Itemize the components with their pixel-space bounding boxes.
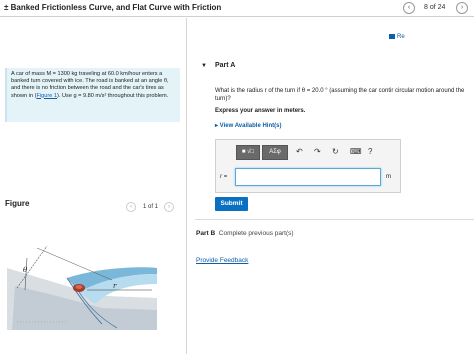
review-icon	[389, 34, 395, 39]
redo-icon[interactable]: ↷	[314, 147, 321, 156]
answer-variable-label: r =	[220, 174, 228, 180]
figure-next-button[interactable]: ›	[164, 202, 174, 212]
panel-divider	[186, 18, 187, 354]
problem-header: ± Banked Frictionless Curve, and Flat Cu…	[0, 0, 474, 17]
part-b-status: Complete previous part(s)	[218, 230, 294, 237]
symbols-button[interactable]: ΑΣφ	[262, 145, 288, 160]
math-toolbar: ■ √□ ΑΣφ ↶ ↷ ↻ ⌨ ?	[236, 145, 384, 160]
intro-text-end: ). Use g = 9.80 m/s² throughout this pro…	[57, 92, 169, 99]
radius-answer-input[interactable]	[235, 168, 381, 186]
answer-unit-label: m	[386, 174, 391, 180]
figure-link[interactable]: Figure 1	[37, 93, 58, 99]
part-a-collapse-icon[interactable]: ▼	[201, 63, 207, 69]
problem-intro: A car of mass M = 1300 kg traveling at 6…	[5, 68, 180, 122]
provide-feedback-link[interactable]: Provide Feedback	[196, 257, 248, 264]
figure-heading: Figure	[5, 199, 30, 208]
submit-button[interactable]: Submit	[215, 197, 248, 211]
theta-label: θ	[23, 266, 28, 274]
undo-icon[interactable]: ↶	[296, 147, 303, 156]
part-b-row: Part B Complete previous part(s)	[196, 230, 294, 237]
templates-button[interactable]: ■ √□	[236, 145, 260, 160]
banked-curve-figure: θ r	[7, 245, 157, 330]
figure-prev-button[interactable]: ‹	[126, 202, 136, 212]
next-problem-button[interactable]: ›	[456, 2, 468, 14]
figure-count: 1 of 1	[143, 204, 159, 210]
part-b-title: Part B	[196, 230, 216, 237]
part-a-question: What is the radius r of the turn if θ = …	[215, 88, 465, 102]
part-a-title: Part A	[215, 62, 236, 69]
previous-problem-button[interactable]: ‹	[403, 2, 415, 14]
review-label: Re	[397, 34, 405, 41]
problem-page-count: 8 of 24	[424, 4, 446, 11]
review-link[interactable]: Re	[389, 34, 405, 40]
help-icon[interactable]: ?	[368, 147, 372, 156]
part-a-instructions: Express your answer in meters.	[215, 108, 306, 114]
problem-title: ± Banked Frictionless Curve, and Flat Cu…	[4, 3, 222, 12]
keyboard-icon[interactable]: ⌨	[350, 147, 362, 156]
part-divider	[195, 219, 474, 220]
view-hints-link[interactable]: ▸ View Available Hint(s)	[215, 122, 281, 129]
reset-icon[interactable]: ↻	[332, 147, 339, 156]
